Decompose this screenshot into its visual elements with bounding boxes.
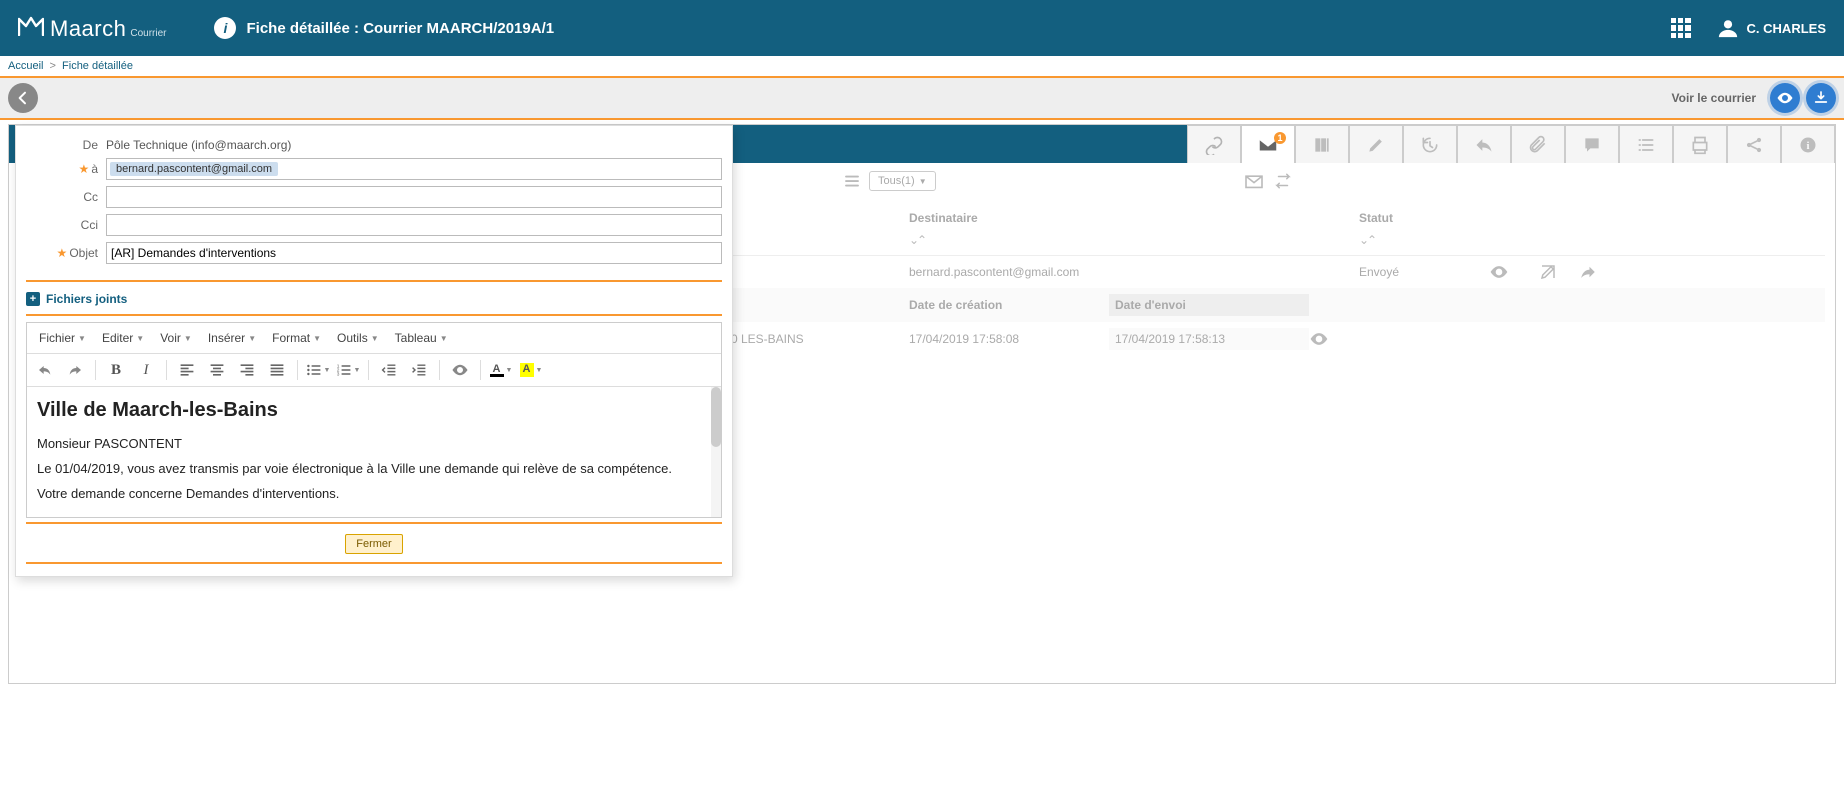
tab-attachment[interactable]: [1511, 125, 1565, 163]
outdent-button[interactable]: [375, 358, 403, 382]
from-value: Pôle Technique (info@maarch.org): [106, 138, 722, 152]
bcc-input[interactable]: [106, 214, 722, 236]
align-center-button[interactable]: [203, 358, 231, 382]
number-list-button[interactable]: 123▼: [334, 358, 362, 382]
cell-send-date: 17/04/2019 17:58:13: [1109, 328, 1309, 350]
app-header: Maarch Courrier i Fiche détaillée : Cour…: [0, 0, 1844, 56]
editor-scrollbar[interactable]: [711, 387, 721, 517]
menu-tools[interactable]: Outils▼: [331, 327, 385, 349]
tab-email[interactable]: 1: [1241, 125, 1295, 163]
italic-button[interactable]: I: [132, 358, 160, 382]
compose-dialog: De Pôle Technique (info@maarch.org) ★à b…: [15, 125, 733, 577]
menu-insert[interactable]: Insérer▼: [202, 327, 262, 349]
text-color-button[interactable]: A▼: [487, 358, 515, 382]
tab-print[interactable]: [1673, 125, 1727, 163]
user-icon: [1717, 17, 1739, 39]
email-badge: 1: [1274, 132, 1286, 144]
subrow-view-icon[interactable]: [1309, 329, 1379, 349]
row-view-icon[interactable]: [1489, 262, 1539, 282]
plus-icon: +: [26, 292, 40, 306]
user-name: C. CHARLES: [1747, 21, 1826, 36]
tab-reply[interactable]: [1457, 125, 1511, 163]
download-button[interactable]: [1806, 83, 1836, 113]
apps-grid-icon[interactable]: [1671, 18, 1691, 38]
menu-file[interactable]: Fichier▼: [33, 327, 92, 349]
tab-archive[interactable]: [1295, 125, 1349, 163]
align-left-button[interactable]: [173, 358, 201, 382]
editor-body[interactable]: Ville de Maarch-les-Bains Monsieur PASCO…: [27, 387, 721, 517]
sort-status[interactable]: ⌄⌃: [1359, 233, 1489, 247]
tab-comment[interactable]: [1565, 125, 1619, 163]
tab-edit[interactable]: [1349, 125, 1403, 163]
cc-input[interactable]: [106, 186, 722, 208]
breadcrumb: Accueil > Fiche détaillée: [0, 56, 1844, 76]
rich-editor: Fichier▼ Editer▼ Voir▼ Insérer▼ Format▼ …: [26, 322, 722, 518]
sort-dest[interactable]: ⌄⌃: [909, 233, 1359, 247]
page-title-wrap: i Fiche détaillée : Courrier MAARCH/2019…: [214, 17, 554, 39]
preview-button[interactable]: [446, 358, 474, 382]
tab-list[interactable]: [1619, 125, 1673, 163]
logo-mark-icon: [18, 14, 44, 36]
body-p3: Votre demande concerne Demandes d'interv…: [37, 486, 711, 501]
subject-input[interactable]: [106, 242, 722, 264]
bold-button[interactable]: B: [102, 358, 130, 382]
action-bar: Voir le courrier: [0, 78, 1844, 118]
svg-text:3: 3: [336, 372, 339, 377]
breadcrumb-home[interactable]: Accueil: [8, 60, 43, 72]
label-bcc: Cci: [26, 218, 106, 232]
indent-button[interactable]: [405, 358, 433, 382]
view-mail-button[interactable]: [1770, 83, 1800, 113]
breadcrumb-current[interactable]: Fiche détaillée: [62, 60, 133, 72]
mail-send-icon[interactable]: [1244, 173, 1264, 189]
logo-subtext: Courrier: [130, 28, 166, 42]
body-title: Ville de Maarch-les-Bains: [37, 399, 711, 422]
menu-table[interactable]: Tableau▼: [389, 327, 454, 349]
bullet-list-button[interactable]: ▼: [304, 358, 332, 382]
svg-text:i: i: [1806, 140, 1809, 152]
tab-share[interactable]: [1727, 125, 1781, 163]
list-icon[interactable]: [843, 172, 861, 190]
tab-link[interactable]: [1187, 125, 1241, 163]
close-button[interactable]: Fermer: [345, 534, 402, 554]
menu-edit[interactable]: Editer▼: [96, 327, 150, 349]
body-p1: Monsieur PASCONTENT: [37, 436, 711, 451]
swap-icon[interactable]: [1274, 173, 1292, 189]
row-reply-icon[interactable]: [1579, 263, 1619, 281]
align-right-button[interactable]: [233, 358, 261, 382]
cell-dest: bernard.pascontent@gmail.com: [909, 265, 1359, 279]
redo-button[interactable]: [61, 358, 89, 382]
filter-dropdown[interactable]: Tous(1)▼: [869, 171, 936, 191]
undo-button[interactable]: [31, 358, 59, 382]
cell-cre-date: 17/04/2019 17:58:08: [909, 332, 1109, 346]
attachments-toggle[interactable]: + Fichiers joints: [16, 286, 732, 310]
label-to: à: [91, 162, 98, 176]
align-justify-button[interactable]: [263, 358, 291, 382]
col-destinataire[interactable]: Destinataire: [909, 211, 1359, 225]
to-chip[interactable]: bernard.pascontent@gmail.com: [110, 162, 278, 176]
label-cc: Cc: [26, 190, 106, 204]
to-input[interactable]: bernard.pascontent@gmail.com: [106, 158, 722, 180]
label-from: De: [26, 138, 106, 152]
view-mail-label: Voir le courrier: [1672, 91, 1756, 105]
col-statut[interactable]: Statut: [1359, 211, 1489, 225]
label-subject: Objet: [69, 246, 98, 260]
app-logo[interactable]: Maarch Courrier: [18, 14, 166, 42]
menu-view[interactable]: Voir▼: [154, 327, 198, 349]
col-cre-date: Date de création: [909, 298, 1109, 312]
tab-info[interactable]: i: [1781, 125, 1835, 163]
back-button[interactable]: [8, 83, 38, 113]
page-title: Fiche détaillée : Courrier MAARCH/2019A/…: [246, 20, 554, 37]
col-send-date: Date d'envoi: [1109, 294, 1309, 316]
bg-color-button[interactable]: A▼: [517, 358, 545, 382]
cell-status: Envoyé: [1359, 265, 1489, 279]
menu-format[interactable]: Format▼: [266, 327, 327, 349]
info-icon: i: [214, 17, 236, 39]
logo-text: Maarch: [50, 16, 126, 42]
tab-history[interactable]: [1403, 125, 1457, 163]
main-panel: 1 i Tous(1)▼: [8, 124, 1836, 684]
user-menu[interactable]: C. CHARLES: [1717, 17, 1826, 39]
body-p2: Le 01/04/2019, vous avez transmis par vo…: [37, 461, 711, 476]
row-edit-icon[interactable]: [1539, 263, 1579, 281]
